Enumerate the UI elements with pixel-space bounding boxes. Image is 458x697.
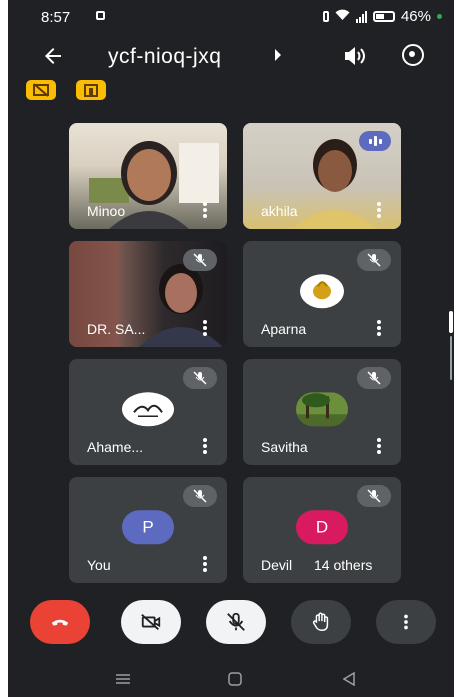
volume-icon[interactable]: [343, 46, 367, 71]
mic-off-icon: [183, 367, 217, 389]
others-count-chip[interactable]: 14 others: [304, 551, 383, 579]
raise-hand-button[interactable]: [291, 600, 351, 644]
switch-camera-icon[interactable]: [402, 44, 424, 66]
participant-name: Aparna: [261, 321, 307, 337]
participant-name: Minoo: [87, 203, 126, 219]
wifi-icon: [335, 9, 350, 24]
more-vert-icon[interactable]: [377, 202, 381, 218]
more-vert-icon[interactable]: [203, 202, 207, 218]
more-vert-icon[interactable]: [377, 438, 381, 454]
participant-name: Devil: [261, 557, 293, 573]
recents-icon[interactable]: [115, 672, 131, 690]
mic-off-icon: [183, 249, 217, 271]
host-controls-badge-icon[interactable]: [76, 80, 106, 100]
signal-icon: [355, 10, 367, 23]
vibrate-icon: [322, 11, 329, 22]
more-vert-icon[interactable]: [203, 320, 207, 336]
speaking-indicator-icon: [359, 131, 391, 151]
meeting-badges: [26, 80, 106, 100]
participant-avatar: D: [296, 510, 348, 545]
more-vert-icon[interactable]: [377, 320, 381, 336]
participant-tile[interactable]: Savitha: [243, 359, 401, 465]
more-vert-icon: [404, 614, 408, 630]
more-vert-icon[interactable]: [203, 556, 207, 572]
status-bar: 8:57 46%: [8, 0, 454, 36]
camera-toggle-button[interactable]: [121, 600, 181, 644]
raise-hand-icon: [312, 612, 329, 631]
mic-off-icon: [357, 485, 391, 507]
battery-percent: 46%: [400, 8, 431, 25]
participant-avatar: [296, 392, 348, 427]
home-icon[interactable]: [228, 672, 242, 691]
system-nav-bar: [8, 660, 454, 697]
end-call-button[interactable]: [30, 600, 90, 644]
video-off-icon: [141, 613, 161, 631]
more-vert-icon[interactable]: [203, 438, 207, 454]
status-time: 8:57: [41, 9, 71, 26]
scrollbar-thumb[interactable]: [449, 311, 453, 333]
mic-off-icon: [183, 485, 217, 507]
participant-tile[interactable]: Minoo: [69, 123, 227, 229]
arrow-left-icon[interactable]: [41, 44, 65, 75]
participant-name: DR. SA...: [87, 321, 146, 337]
participant-name: You: [87, 557, 111, 573]
privacy-indicator-icon: [437, 14, 442, 19]
participant-avatar: [122, 392, 174, 427]
participant-name: Savitha: [261, 439, 308, 455]
participant-tile[interactable]: Aparna: [243, 241, 401, 347]
participant-tile[interactable]: DR. SA...: [69, 241, 227, 347]
participant-tile[interactable]: Ahame...: [69, 359, 227, 465]
participant-name: Ahame...: [87, 439, 144, 455]
meeting-code[interactable]: ycf-nioq-jxq: [108, 45, 221, 69]
mic-off-icon: [357, 249, 391, 271]
chevron-right-icon[interactable]: [274, 49, 282, 64]
back-nav-icon[interactable]: [342, 671, 356, 691]
mic-toggle-button[interactable]: [206, 600, 266, 644]
battery-icon: [372, 11, 395, 22]
screen-cast-icon: [96, 11, 105, 20]
mic-off-icon: [357, 367, 391, 389]
status-icons: 46%: [322, 8, 442, 25]
participant-tile[interactable]: P You: [69, 477, 227, 583]
caption-badge-icon[interactable]: [26, 80, 56, 100]
phone-hangup-icon: [51, 619, 69, 626]
call-controls: [8, 600, 454, 650]
participant-avatar: P: [122, 510, 174, 545]
more-options-button[interactable]: [376, 600, 436, 644]
mic-off-icon: [227, 612, 245, 631]
meet-call-screen: 8:57 46% ycf-nioq-jxq Minoo akhila DR. S…: [8, 0, 454, 697]
meeting-header: ycf-nioq-jxq: [8, 36, 454, 80]
participant-avatar: [300, 274, 344, 309]
participant-tile[interactable]: akhila: [243, 123, 401, 229]
scrollbar-track[interactable]: [450, 336, 452, 380]
participant-name: akhila: [261, 203, 298, 219]
